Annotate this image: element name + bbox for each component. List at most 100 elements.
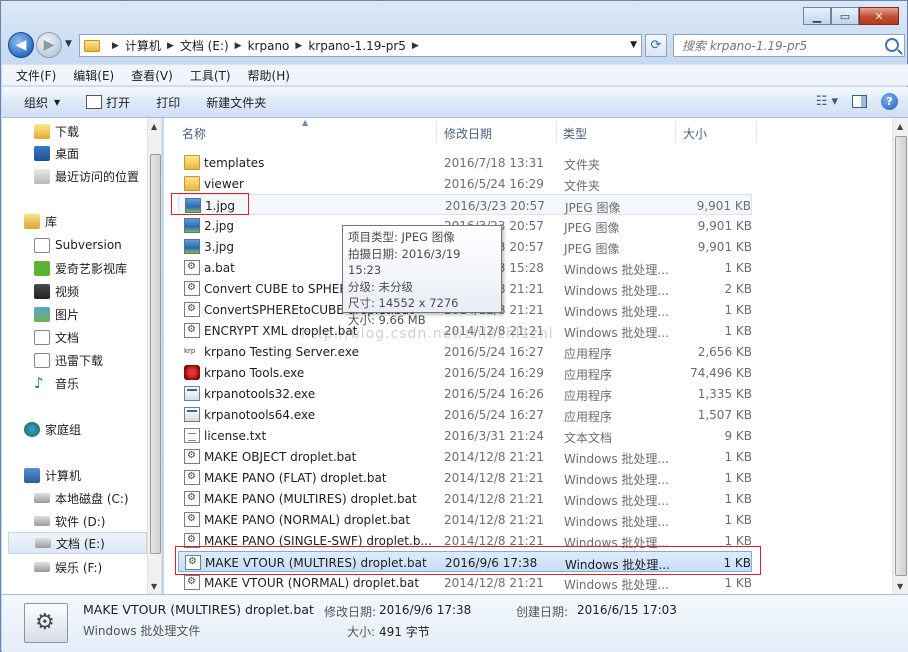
breadcrumb-drive-e[interactable]: 文档 (E:) ▶ bbox=[180, 37, 248, 54]
nav-item-drive-f[interactable]: 娱乐 (F:) bbox=[34, 556, 161, 578]
details-file-type: Windows 批处理文件 bbox=[83, 624, 201, 638]
file-size: 9,901 KB bbox=[697, 219, 752, 233]
nav-item-iqiyi[interactable]: 爱奇艺影视库 bbox=[34, 257, 161, 279]
nav-item-documents[interactable]: 文档 bbox=[34, 326, 161, 348]
breadcrumb-krpano-version[interactable]: krpano-1.19-pr5 ▶ bbox=[308, 39, 425, 53]
tooltip-line: 尺寸: 14552 x 7276 bbox=[348, 296, 459, 310]
file-name: krpano Testing Server.exe bbox=[204, 345, 359, 359]
nav-label: 桌面 bbox=[55, 146, 80, 161]
column-date[interactable]: 修改日期 bbox=[444, 125, 492, 142]
file-type: 文件夹 bbox=[564, 158, 601, 172]
batch-file-icon bbox=[184, 302, 200, 317]
help-icon[interactable]: ? bbox=[881, 93, 898, 110]
nav-item-homegroup[interactable]: 家庭组 bbox=[24, 418, 161, 440]
file-type: Windows 批处理... bbox=[564, 326, 669, 340]
search-input[interactable] bbox=[682, 38, 872, 53]
nav-item-videos[interactable]: 视频 bbox=[34, 280, 161, 302]
file-row[interactable]: krpano Tools.exe 2016/5/24 16:29 应用程序 74,49… bbox=[178, 362, 752, 383]
file-row[interactable]: krpano Testing Server.exe 2016/5/24 16:27… bbox=[178, 341, 752, 362]
file-row[interactable]: license.txt 2016/3/31 21:24 文本文档 9 KB bbox=[178, 425, 752, 446]
scroll-up-arrow-icon[interactable]: ▲ bbox=[151, 122, 157, 131]
nav-label: 迅雷下载 bbox=[55, 353, 104, 368]
nav-item-drive-d[interactable]: 软件 (D:) bbox=[34, 510, 161, 532]
menu-tools[interactable]: 工具(T) bbox=[190, 67, 231, 84]
close-button[interactable]: ✕ bbox=[859, 7, 899, 25]
minimize-button[interactable]: ▁ bbox=[803, 7, 831, 25]
file-name: 2.jpg bbox=[204, 219, 235, 233]
column-divider[interactable] bbox=[756, 121, 757, 143]
address-bar[interactable]: ▶ 计算机 ▶ 文档 (E:) ▶ krpano ▶ krpano-1.19-pr5 ▶… bbox=[79, 34, 642, 57]
file-date: 2014/12/8 21:21 bbox=[444, 513, 544, 527]
file-row[interactable]: templates 2016/7/18 13:31 文件夹 bbox=[178, 152, 752, 173]
file-row[interactable]: MAKE OBJECT droplet.bat 2014/12/8 21:21 Wi… bbox=[178, 446, 752, 467]
open-button[interactable]: 打开 bbox=[86, 94, 130, 111]
scroll-down-arrow-icon[interactable]: ▼ bbox=[897, 582, 903, 591]
file-row[interactable]: MAKE VTOUR (NORMAL) droplet.bat 2014/12/8… bbox=[178, 572, 752, 593]
view-options-icon[interactable]: ☷ ▾ bbox=[816, 94, 838, 109]
forward-button[interactable]: ▶ bbox=[36, 32, 62, 58]
nav-scroll-thumb[interactable] bbox=[150, 154, 161, 554]
preview-pane-icon[interactable] bbox=[852, 95, 867, 108]
column-divider[interactable] bbox=[556, 121, 557, 143]
menu-view[interactable]: 查看(V) bbox=[131, 67, 173, 84]
print-button[interactable]: 打印 bbox=[156, 94, 180, 111]
nav-label: 最近访问的位置 bbox=[55, 169, 140, 184]
file-row[interactable]: 1.jpg 2016/3/23 20:57 JPEG 图像 9,901 KB bbox=[178, 194, 752, 215]
file-type: JPEG 图像 bbox=[564, 221, 620, 235]
open-label: 打开 bbox=[106, 95, 131, 110]
column-divider[interactable] bbox=[436, 121, 437, 143]
menu-help[interactable]: 帮助(H) bbox=[248, 67, 290, 84]
search-icon[interactable] bbox=[885, 38, 899, 52]
breadcrumb-computer[interactable]: 计算机 ▶ bbox=[125, 37, 180, 54]
nav-item-desktop[interactable]: 桌面 bbox=[34, 142, 161, 164]
column-size[interactable]: 大小 bbox=[683, 125, 707, 142]
file-row[interactable]: MAKE PANO (MULTIRES) droplet.bat 2014/12/… bbox=[178, 488, 752, 509]
file-list-scroll-thumb[interactable] bbox=[895, 136, 907, 576]
file-row[interactable]: MAKE PANO (NORMAL) droplet.bat 2014/12/8 … bbox=[178, 509, 752, 530]
column-name[interactable]: 名称 bbox=[182, 125, 206, 142]
column-divider[interactable] bbox=[675, 121, 676, 143]
recent-pages-dropdown[interactable]: ▼ bbox=[65, 39, 72, 49]
nav-item-downloads[interactable]: 下载 bbox=[34, 120, 161, 142]
nav-label: 计算机 bbox=[45, 468, 82, 483]
maximize-button[interactable]: ▭ bbox=[831, 7, 859, 25]
file-row[interactable]: viewer 2016/5/24 16:29 文件夹 bbox=[178, 173, 752, 194]
nav-item-computer[interactable]: 计算机 bbox=[24, 464, 161, 486]
file-name: license.txt bbox=[204, 429, 267, 443]
organize-button[interactable]: 组织 ▼ bbox=[24, 94, 60, 111]
file-name: MAKE VTOUR (NORMAL) droplet.bat bbox=[204, 576, 420, 590]
batch-file-icon bbox=[184, 449, 200, 464]
scroll-down-arrow-icon[interactable]: ▼ bbox=[151, 582, 157, 591]
file-name: templates bbox=[204, 156, 265, 170]
breadcrumb-sep-0[interactable]: ▶ bbox=[106, 41, 125, 51]
file-name: MAKE PANO (NORMAL) droplet.bat bbox=[204, 513, 411, 527]
address-history-dropdown[interactable]: ▼ bbox=[630, 40, 637, 50]
search-box[interactable] bbox=[673, 34, 905, 57]
file-size: 1 KB bbox=[724, 303, 752, 317]
file-row[interactable]: MAKE PANO (FLAT) droplet.bat 2014/12/8 21… bbox=[178, 467, 752, 488]
nav-item-drive-c[interactable]: 本地磁盘 (C:) bbox=[34, 487, 161, 509]
nav-item-libraries[interactable]: 库 bbox=[24, 210, 161, 232]
file-row[interactable]: krpanotools32.exe 2016/5/24 16:26 应用程序 1,33… bbox=[178, 383, 752, 404]
nav-item-pictures[interactable]: 图片 bbox=[34, 303, 161, 325]
details-size-label: 大小: bbox=[347, 625, 376, 639]
file-list: ▲ 名称 修改日期 类型 大小 templates 2016/7/18 13:31… bbox=[164, 118, 908, 594]
menu-file[interactable]: 文件(F) bbox=[16, 67, 56, 84]
nav-item-recent[interactable]: 最近访问的位置 bbox=[34, 165, 161, 187]
back-button[interactable]: ◀ bbox=[8, 32, 34, 58]
video-icon bbox=[34, 283, 50, 299]
scroll-up-arrow-icon[interactable]: ▲ bbox=[897, 122, 903, 131]
column-type[interactable]: 类型 bbox=[563, 125, 587, 142]
nav-scrollbar[interactable]: ▲ ▼ bbox=[147, 118, 161, 594]
nav-item-thunder[interactable]: 迅雷下载 bbox=[34, 349, 161, 371]
nav-item-drive-e[interactable]: 文档 (E:) bbox=[8, 532, 147, 554]
nav-item-subversion[interactable]: Subversion bbox=[34, 234, 161, 256]
refresh-button[interactable]: ⟳ bbox=[645, 34, 667, 57]
file-row[interactable]: krpanotools64.exe 2016/5/24 16:27 应用程序 1,50… bbox=[178, 404, 752, 425]
image-file-icon bbox=[184, 218, 200, 233]
new-folder-button[interactable]: 新建文件夹 bbox=[206, 94, 266, 111]
breadcrumb-krpano[interactable]: krpano ▶ bbox=[248, 39, 309, 53]
nav-item-music[interactable]: ♪ 音乐 bbox=[34, 372, 161, 394]
file-list-scrollbar[interactable]: ▲ ▼ bbox=[892, 118, 908, 594]
menu-edit[interactable]: 编辑(E) bbox=[73, 67, 114, 84]
